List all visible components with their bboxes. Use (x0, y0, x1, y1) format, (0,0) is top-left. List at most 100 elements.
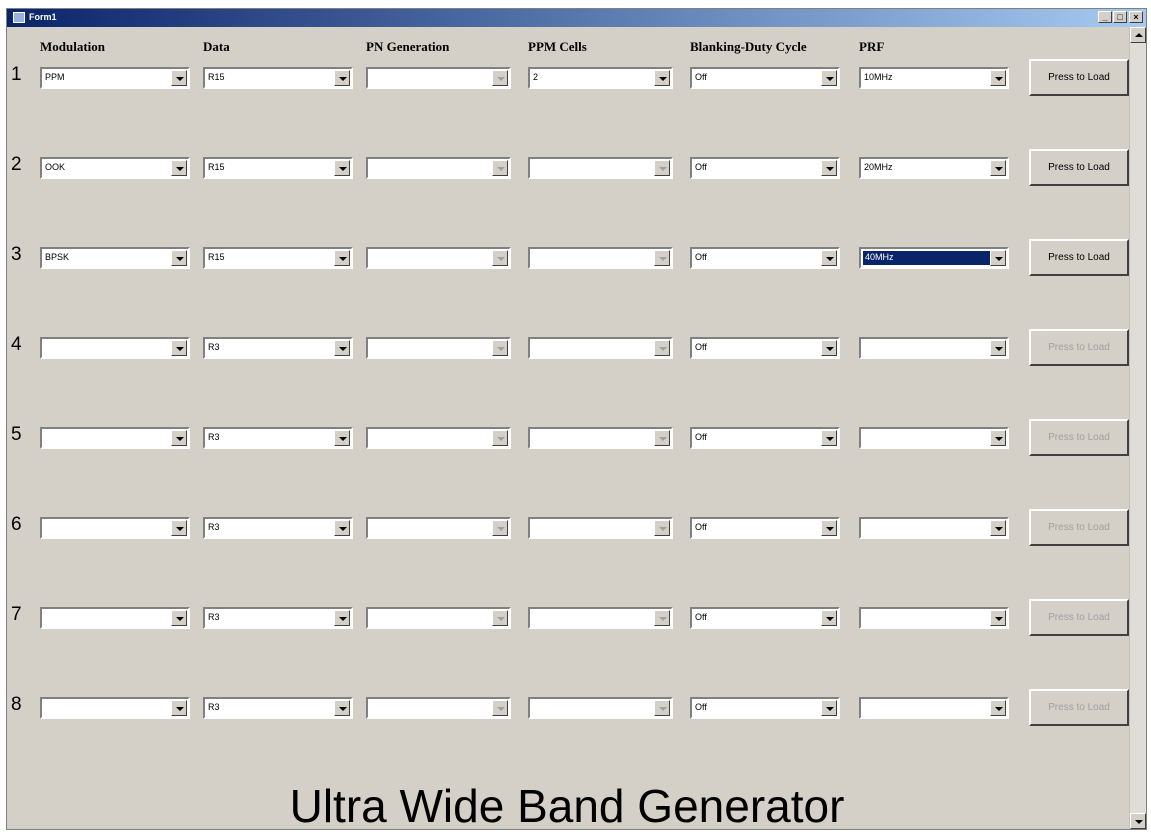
blanking-combo[interactable]: Off (690, 337, 840, 359)
dropdown-arrow-icon[interactable] (654, 610, 670, 626)
data-combo[interactable]: R15 (203, 247, 353, 269)
modulation-combo[interactable]: BPSK (40, 247, 190, 269)
prf-combo[interactable] (859, 337, 1009, 359)
data-combo[interactable]: R15 (203, 67, 353, 89)
dropdown-arrow-icon[interactable] (171, 340, 187, 356)
dropdown-arrow-icon[interactable] (492, 160, 508, 176)
dropdown-arrow-icon[interactable] (334, 610, 350, 626)
dropdown-arrow-icon[interactable] (654, 250, 670, 266)
pn-generation-combo[interactable] (366, 67, 511, 89)
modulation-combo[interactable] (40, 607, 190, 629)
modulation-combo[interactable]: OOK (40, 157, 190, 179)
press-to-load-button[interactable]: Press to Load (1029, 509, 1129, 546)
press-to-load-button[interactable]: Press to Load (1029, 419, 1129, 456)
dropdown-arrow-icon[interactable] (492, 700, 508, 716)
modulation-combo[interactable]: PPM (40, 67, 190, 89)
ppm-cells-combo[interactable] (528, 247, 673, 269)
dropdown-arrow-icon[interactable] (334, 250, 350, 266)
dropdown-arrow-icon[interactable] (821, 700, 837, 716)
prf-combo[interactable] (859, 697, 1009, 719)
data-combo[interactable]: R3 (203, 607, 353, 629)
dropdown-arrow-icon[interactable] (990, 520, 1006, 536)
dropdown-arrow-icon[interactable] (821, 70, 837, 86)
ppm-cells-combo[interactable] (528, 337, 673, 359)
dropdown-arrow-icon[interactable] (990, 250, 1006, 266)
dropdown-arrow-icon[interactable] (990, 70, 1006, 86)
data-combo[interactable]: R3 (203, 697, 353, 719)
blanking-combo[interactable]: Off (690, 607, 840, 629)
dropdown-arrow-icon[interactable] (654, 160, 670, 176)
dropdown-arrow-icon[interactable] (990, 430, 1006, 446)
dropdown-arrow-icon[interactable] (990, 160, 1006, 176)
pn-generation-combo[interactable] (366, 517, 511, 539)
modulation-combo[interactable] (40, 427, 190, 449)
pn-generation-combo[interactable] (366, 607, 511, 629)
pn-generation-combo[interactable] (366, 697, 511, 719)
dropdown-arrow-icon[interactable] (492, 430, 508, 446)
press-to-load-button[interactable]: Press to Load (1029, 59, 1129, 96)
dropdown-arrow-icon[interactable] (171, 70, 187, 86)
blanking-combo[interactable]: Off (690, 697, 840, 719)
dropdown-arrow-icon[interactable] (990, 610, 1006, 626)
ppm-cells-combo[interactable] (528, 157, 673, 179)
ppm-cells-combo[interactable] (528, 427, 673, 449)
prf-combo[interactable] (859, 517, 1009, 539)
dropdown-arrow-icon[interactable] (492, 250, 508, 266)
dropdown-arrow-icon[interactable] (492, 610, 508, 626)
prf-combo[interactable] (859, 427, 1009, 449)
modulation-combo[interactable] (40, 697, 190, 719)
blanking-combo[interactable]: Off (690, 67, 840, 89)
ppm-cells-combo[interactable]: 2 (528, 67, 673, 89)
dropdown-arrow-icon[interactable] (821, 430, 837, 446)
scroll-down-button[interactable] (1130, 813, 1146, 829)
dropdown-arrow-icon[interactable] (334, 430, 350, 446)
data-combo[interactable]: R15 (203, 157, 353, 179)
dropdown-arrow-icon[interactable] (654, 430, 670, 446)
dropdown-arrow-icon[interactable] (492, 520, 508, 536)
close-button[interactable]: × (1129, 11, 1143, 23)
dropdown-arrow-icon[interactable] (821, 160, 837, 176)
pn-generation-combo[interactable] (366, 157, 511, 179)
modulation-combo[interactable] (40, 517, 190, 539)
prf-combo[interactable]: 20MHz (859, 157, 1009, 179)
dropdown-arrow-icon[interactable] (171, 610, 187, 626)
press-to-load-button[interactable]: Press to Load (1029, 689, 1129, 726)
blanking-combo[interactable]: Off (690, 157, 840, 179)
blanking-combo[interactable]: Off (690, 247, 840, 269)
pn-generation-combo[interactable] (366, 337, 511, 359)
dropdown-arrow-icon[interactable] (334, 70, 350, 86)
dropdown-arrow-icon[interactable] (171, 160, 187, 176)
data-combo[interactable]: R3 (203, 517, 353, 539)
data-combo[interactable]: R3 (203, 427, 353, 449)
dropdown-arrow-icon[interactable] (654, 700, 670, 716)
blanking-combo[interactable]: Off (690, 517, 840, 539)
dropdown-arrow-icon[interactable] (171, 250, 187, 266)
dropdown-arrow-icon[interactable] (821, 610, 837, 626)
dropdown-arrow-icon[interactable] (821, 520, 837, 536)
dropdown-arrow-icon[interactable] (821, 250, 837, 266)
pn-generation-combo[interactable] (366, 247, 511, 269)
blanking-combo[interactable]: Off (690, 427, 840, 449)
vertical-scrollbar[interactable] (1129, 27, 1146, 829)
dropdown-arrow-icon[interactable] (990, 700, 1006, 716)
modulation-combo[interactable] (40, 337, 190, 359)
press-to-load-button[interactable]: Press to Load (1029, 599, 1129, 636)
prf-combo[interactable] (859, 607, 1009, 629)
dropdown-arrow-icon[interactable] (821, 340, 837, 356)
title-bar[interactable]: Form1 _ □ × (7, 9, 1146, 27)
prf-combo[interactable]: 10MHz (859, 67, 1009, 89)
dropdown-arrow-icon[interactable] (654, 70, 670, 86)
ppm-cells-combo[interactable] (528, 517, 673, 539)
dropdown-arrow-icon[interactable] (171, 700, 187, 716)
dropdown-arrow-icon[interactable] (654, 340, 670, 356)
maximize-button[interactable]: □ (1113, 11, 1127, 23)
dropdown-arrow-icon[interactable] (334, 160, 350, 176)
press-to-load-button[interactable]: Press to Load (1029, 239, 1129, 276)
press-to-load-button[interactable]: Press to Load (1029, 329, 1129, 366)
press-to-load-button[interactable]: Press to Load (1029, 149, 1129, 186)
dropdown-arrow-icon[interactable] (492, 70, 508, 86)
dropdown-arrow-icon[interactable] (334, 700, 350, 716)
ppm-cells-combo[interactable] (528, 607, 673, 629)
dropdown-arrow-icon[interactable] (990, 340, 1006, 356)
prf-combo[interactable]: 40MHz (859, 247, 1009, 269)
